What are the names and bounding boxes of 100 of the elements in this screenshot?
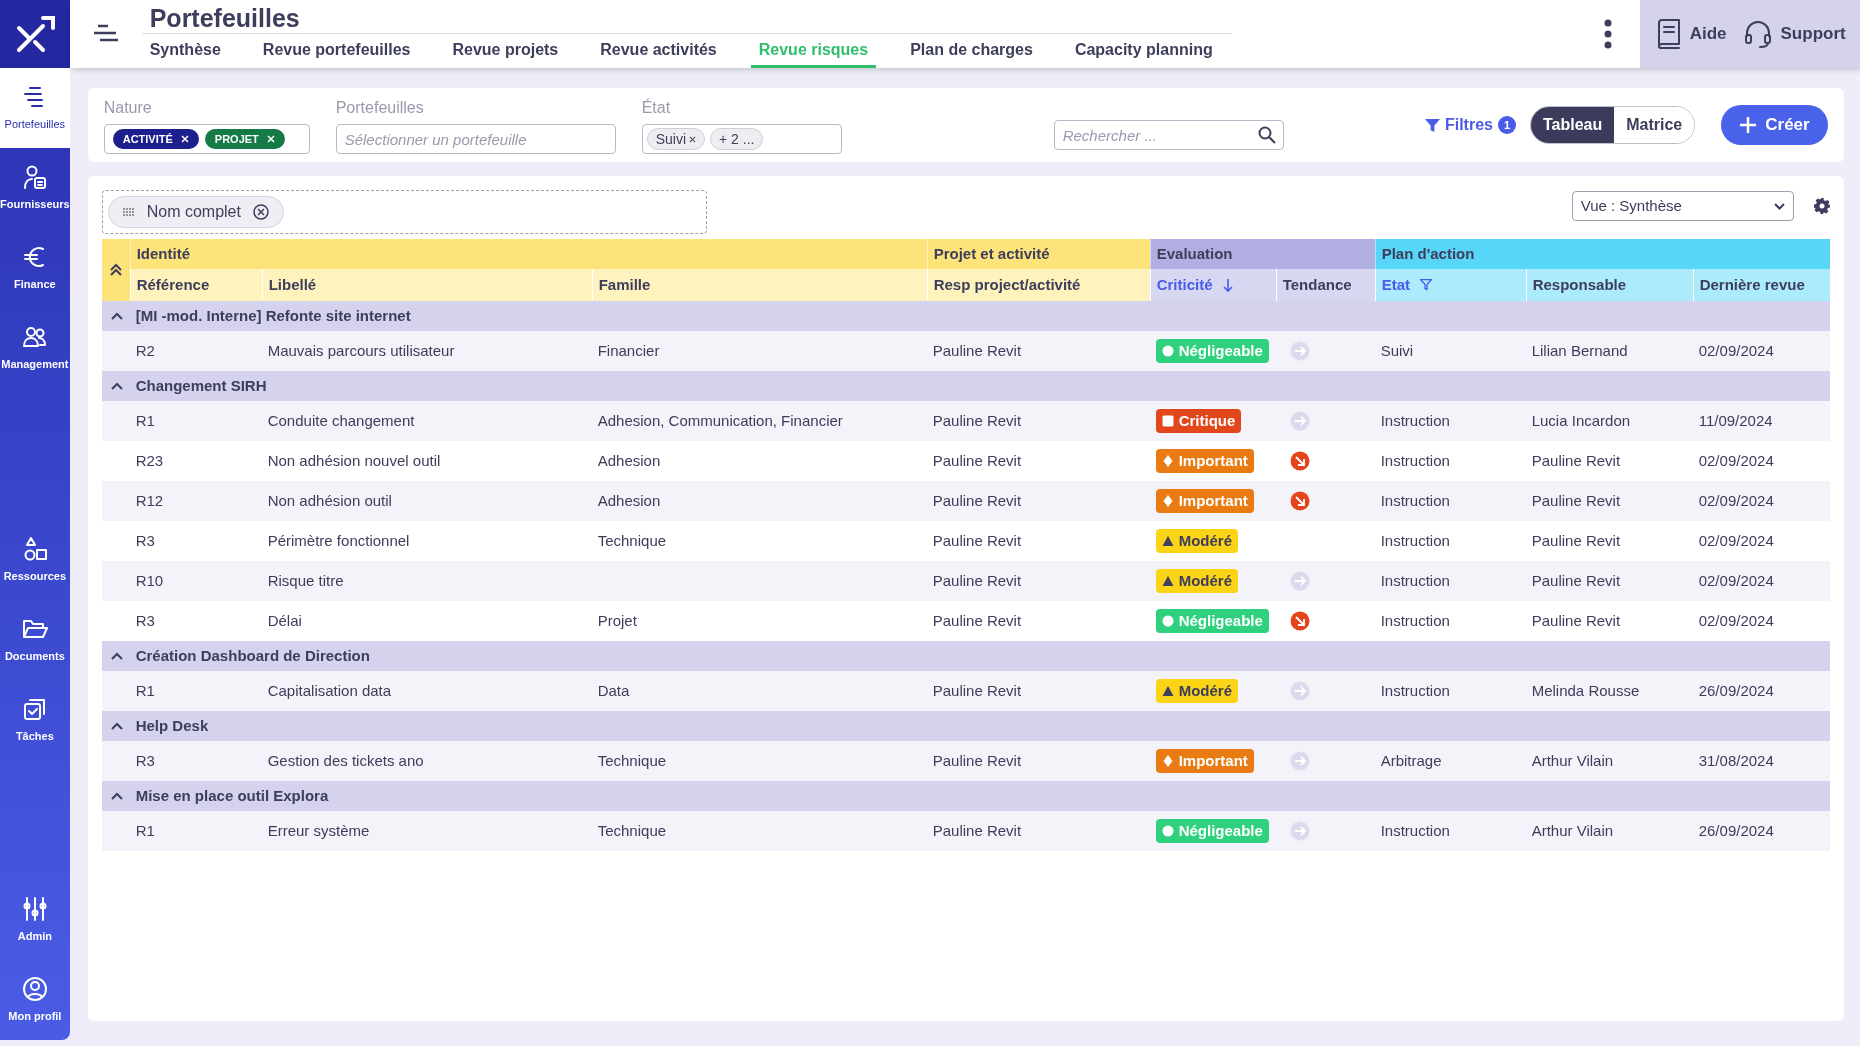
field-label: Portefeuilles [335,98,425,118]
criticality-badge: Négligeable [1155,819,1269,843]
criticality-badge: Important [1155,489,1254,513]
table-cell-text: Capitalisation data [266,680,393,701]
table-cell-text: Instruction [1379,490,1451,511]
person-card-icon [21,163,48,190]
table-cell-text: R1 [134,820,156,841]
tab[interactable]: Revue portefeuilles [254,34,419,68]
tab[interactable]: Capacity planning [1066,34,1221,68]
column-header[interactable]: Criticité [1149,269,1276,301]
table-row[interactable]: R2 Mauvais parcours utilisateur Financier Pauline Revit Négligeable Suivi Lilian Bernand 02/09/2024 [101,331,1830,371]
filters-button[interactable]: Filtres 1 [1424,113,1516,137]
tab[interactable]: Revue projets [444,34,567,68]
sidebar-item[interactable]: Ressources [0,520,70,600]
criticality-badge: Important [1155,749,1254,773]
table-cell-text: Suivi [1379,340,1415,361]
sidebar-item[interactable]: Finance [0,228,70,308]
grouping-zone[interactable]: Nom complet [101,190,707,234]
table-cell-text: R3 [134,530,156,551]
table-cell-text: Conduite changement [266,410,416,431]
table-cell-text: R3 [134,610,156,631]
table-row[interactable]: R12 Non adhésion outil Adhesion Pauline Revit Important Instruction Pauline Revit 02/09/2024 [101,481,1830,521]
table-row[interactable]: R3 Gestion des tickets ano Technique Pauline Revit Important Arbitrage Arthur Vilain 31/08/2024 [101,741,1830,781]
column-group-header: Projet et activité [926,239,1150,269]
column-header[interactable]: Libellé [261,269,592,301]
collapse-all-icon[interactable] [109,263,122,277]
table-cell-text: 26/09/2024 [1697,680,1775,701]
filter-icon [1420,279,1433,291]
state-select[interactable]: Suivi + 2 ... [641,124,842,154]
settings-icon[interactable] [1813,198,1830,214]
table-cell-text: Erreur système [266,820,371,841]
table-cell-text: Pauline Revit [1530,610,1622,631]
remove-icon[interactable] [252,204,269,220]
table-cell-text: Projet [596,610,638,631]
table-cell-text: Pauline Revit [931,340,1023,361]
sidebar-item[interactable]: Mon profil [0,960,70,1040]
view-select[interactable]: Vue : Synthèse [1571,191,1794,221]
table-cell-text: Arthur Vilain [1530,820,1615,841]
column-header[interactable]: Etat [1374,269,1526,301]
table-cell-text: R10 [134,570,165,591]
table-cell-text: Non adhésion outil [266,490,393,511]
criticality-badge: Important [1155,449,1254,473]
table-cell-text: Pauline Revit [1530,530,1622,551]
nature-chip: ACTIVITÉ [112,129,199,149]
create-button[interactable]: Créer [1721,105,1828,145]
table-cell-text: Adhesion [596,490,662,511]
sidebar-item[interactable]: Management [0,308,70,388]
group-title: Mise en place outil Explora [134,785,329,806]
table-cell-text: 02/09/2024 [1697,570,1775,591]
table-row[interactable]: R1 Conduite changement Adhesion, Communication, Financier Pauline Revit Critique Instruction Lucia Incardon 11/09/2024 [101,401,1830,441]
help-button[interactable]: Aide [1655,19,1727,49]
table-cell-text: Pauline Revit [931,410,1023,431]
view-toggle[interactable]: Tableau [1530,107,1615,143]
remove-icon[interactable] [689,135,697,143]
table-cell-text: Technique [596,820,668,841]
table-cell-text: Instruction [1379,680,1451,701]
sidebar-item[interactable]: Admin [0,880,70,960]
table-cell-text: Lilian Bernand [1530,340,1629,361]
table-cell-text: Risque titre [266,570,345,591]
table-row[interactable]: R1 Erreur système Technique Pauline Revit Négligeable Instruction Arthur Vilain 26/09/2024 [101,811,1830,851]
support-button[interactable]: Support [1742,19,1846,49]
portfolio-select[interactable]: Sélectionner un portefeuille [335,124,616,154]
sort-down-icon [1222,278,1233,292]
sidebar-item[interactable]: Documents [0,600,70,680]
column-header[interactable]: Tendance [1275,269,1375,301]
tab[interactable]: Revue activités [592,34,725,68]
table-cell-text: Non adhésion nouvel outil [266,450,442,471]
table-row[interactable]: R1 Capitalisation data Data Pauline Revit Modéré Instruction Melinda Rousse 26/09/2024 [101,671,1830,711]
more-icon[interactable] [1603,19,1612,49]
table-cell-text: Pauline Revit [931,490,1023,511]
sidebar-item[interactable]: Fournisseurs [0,148,70,228]
column-header[interactable]: Responsable [1525,269,1693,301]
sidebar-item[interactable]: Portefeuilles [0,68,70,148]
table-cell-text: Instruction [1379,410,1451,431]
column-header[interactable]: Dernière revue [1692,269,1830,301]
sidebar-item[interactable]: Tâches [0,680,70,760]
tab[interactable]: Synthèse [141,34,229,68]
plus-icon [1739,116,1758,134]
table-cell-text: 02/09/2024 [1697,490,1775,511]
count-badge: 1 [1497,116,1516,134]
column-header[interactable]: Référence [129,269,262,301]
profile-icon [21,975,48,1002]
table-cell-text: Instruction [1379,570,1451,591]
table-cell-text: Lucia Incardon [1530,410,1632,431]
table-row[interactable]: R10 Risque titre Pauline Revit Modéré Instruction Pauline Revit 02/09/2024 [101,561,1830,601]
table-cell-text: Arbitrage [1379,750,1443,771]
table-cell-text: R1 [134,680,156,701]
table-cell-text: Mauvais parcours utilisateur [266,340,456,361]
column-header[interactable]: Resp project/activité [926,269,1150,301]
table-cell-text: Melinda Rousse [1530,680,1641,701]
group-title: Help Desk [134,715,209,736]
table-cell-text: 31/08/2024 [1697,750,1775,771]
table-cell-text: Délai [266,610,303,631]
state-chip: Suivi [646,128,706,150]
column-header[interactable]: Famille [591,269,927,301]
tab[interactable]: Plan de charges [902,34,1041,68]
grouping-chip[interactable]: Nom complet [107,196,284,228]
column-group-header: Evaluation [1149,239,1375,269]
table-cell-text: Instruction [1379,820,1451,841]
search-field[interactable]: Rechercher ... [1053,120,1284,150]
